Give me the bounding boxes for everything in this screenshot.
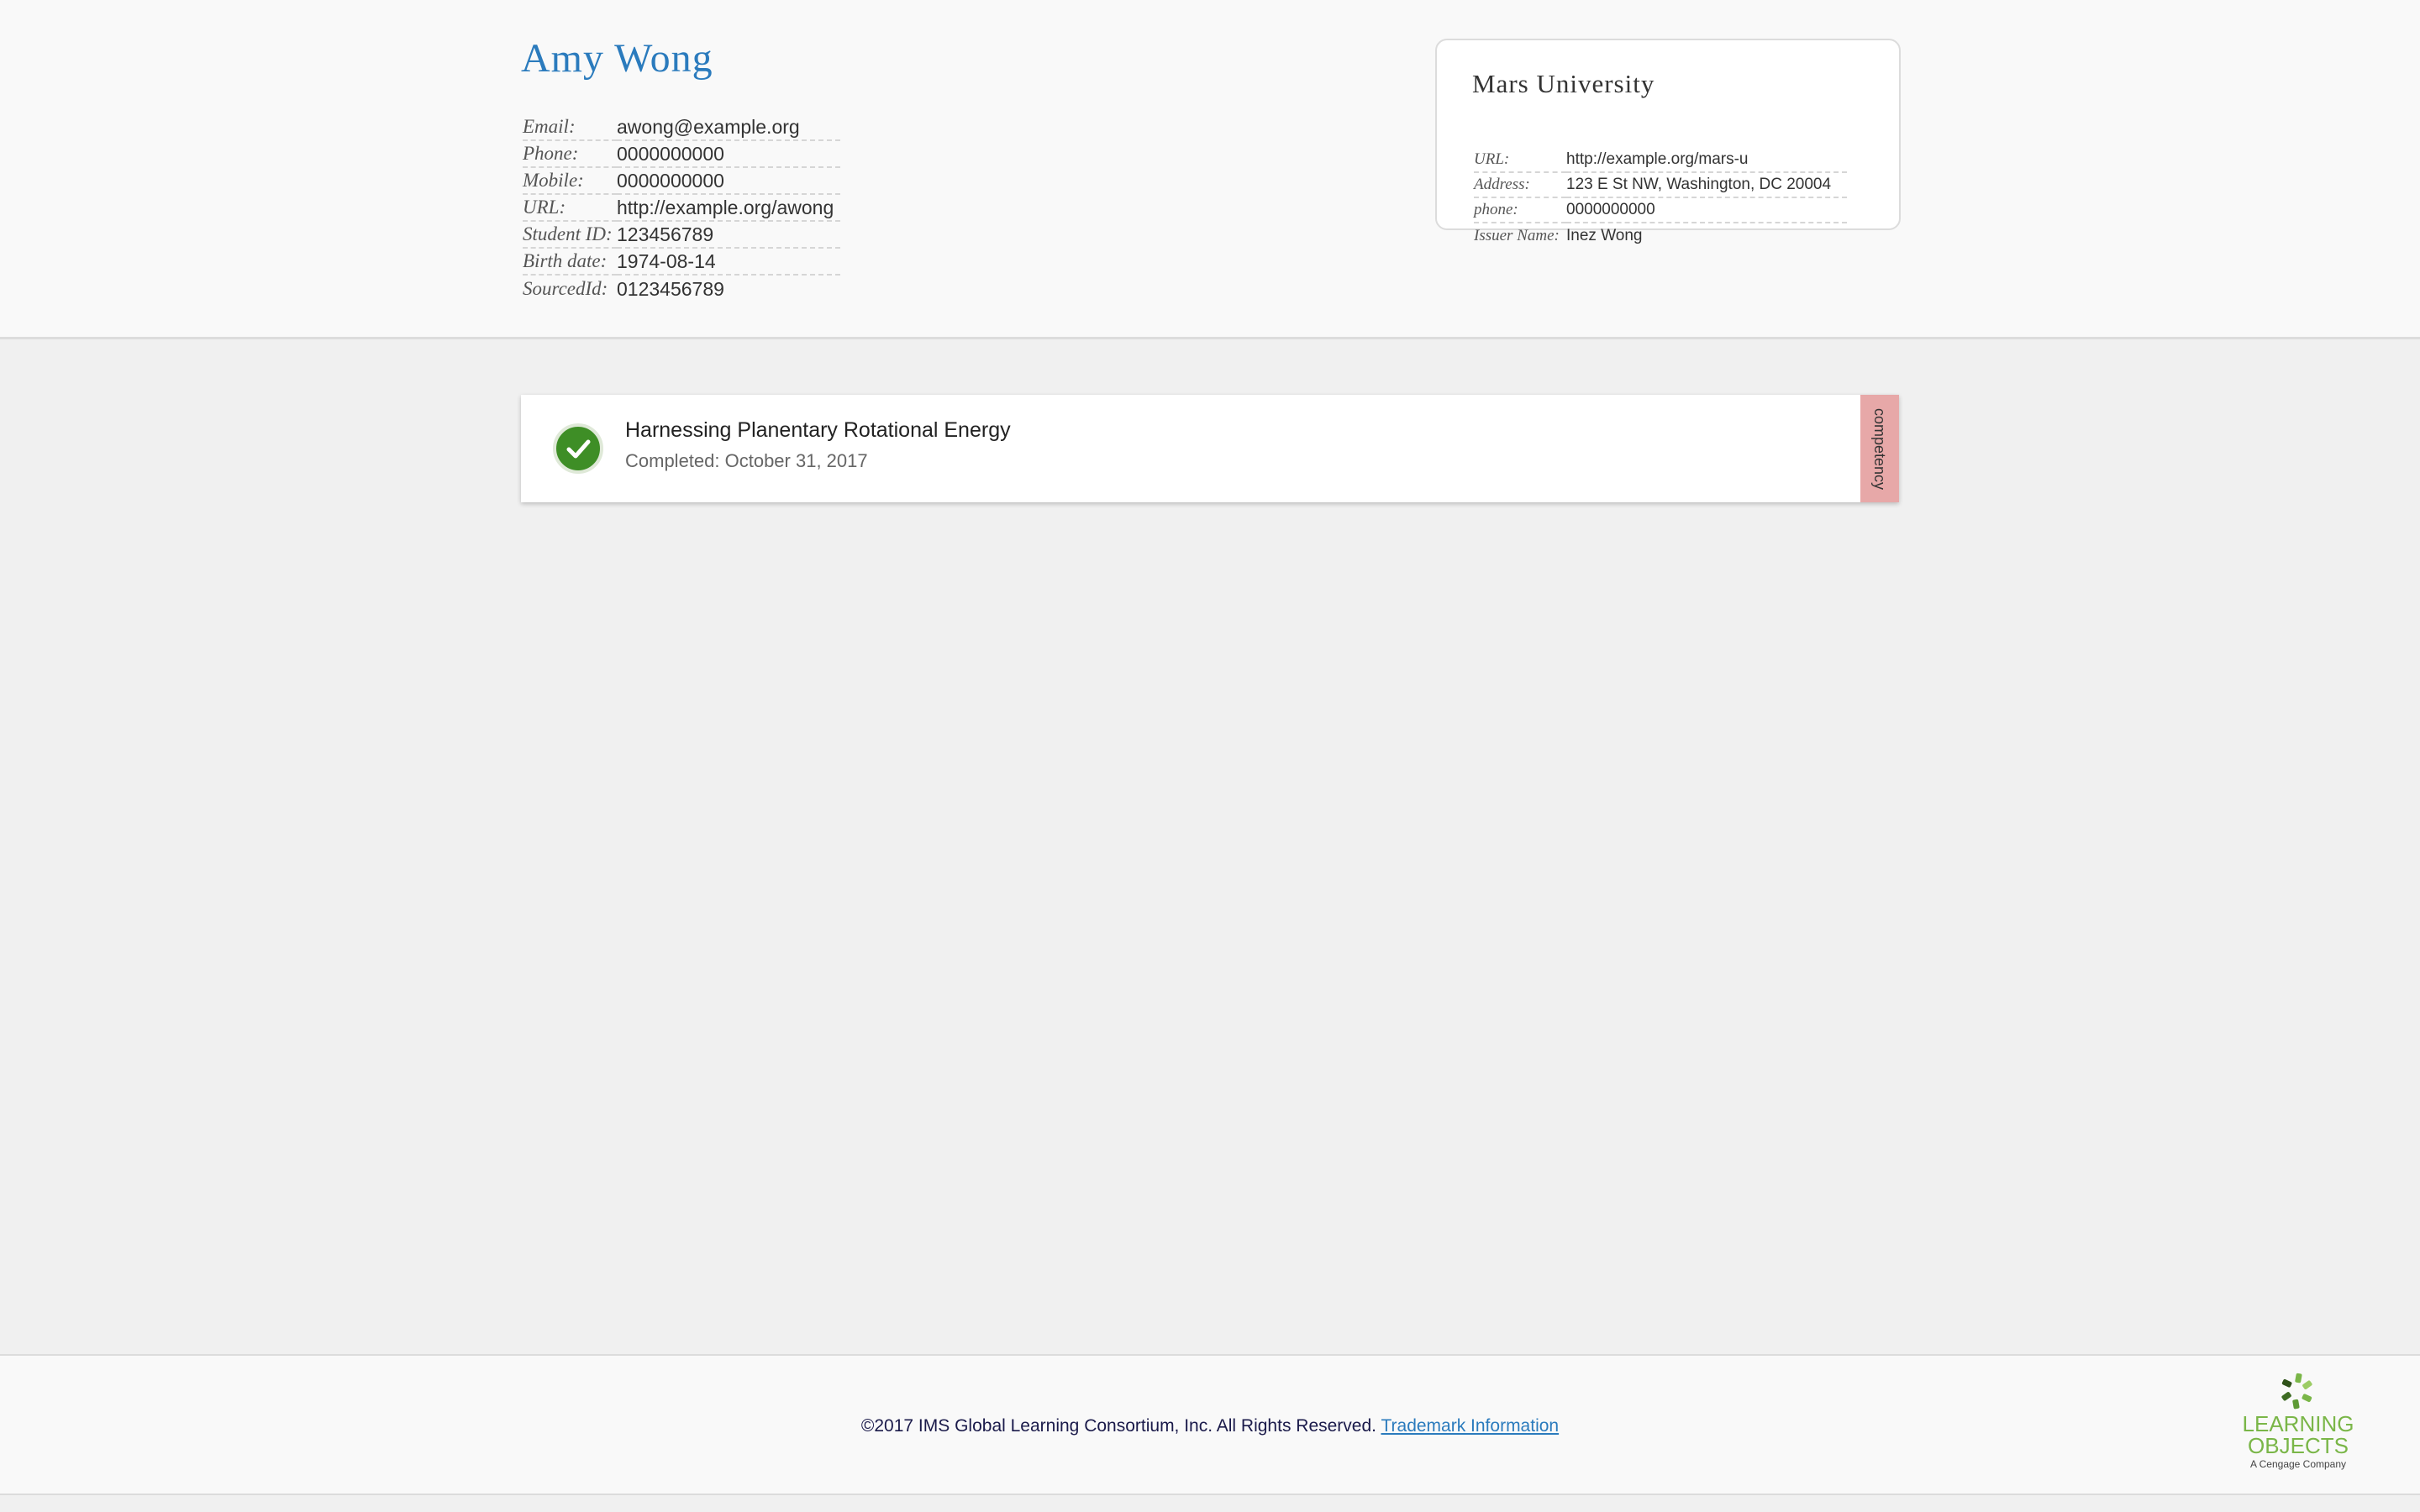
achievement-completed-date: Completed: October 31, 2017 [625,450,868,471]
student-mobile-row: Mobile: 0000000000 [523,168,840,195]
field-label: Issuer Name: [1474,227,1560,244]
checkmark-glyph [566,439,591,459]
issuer-details: URL: http://example.org/mars-u Address: … [1474,148,1847,249]
field-label: Email: [523,114,617,141]
issuer-name: Mars University [1472,69,1655,98]
check-circle-icon [553,423,603,474]
student-sourcedid-row: SourcedId: 0123456789 [523,276,840,302]
student-id-row: Student ID: 123456789 [523,222,840,249]
student-email: awong@example.org [617,114,840,141]
field-label: phone: [1474,198,1566,223]
issuer-phone-row: phone: 0000000000 [1474,198,1847,223]
student-birthdate: 1974-08-14 [617,249,840,276]
issuer-url-row: URL: http://example.org/mars-u [1474,148,1847,173]
field-label: Birth date: [523,249,617,276]
field-label: Phone: [523,141,617,168]
achievement-type-label: competency [1871,407,1889,490]
transcript-header: Amy Wong Email: awong@example.org Phone:… [0,0,2420,339]
field-label: URL: [1474,148,1566,173]
field-label: URL: [523,195,617,222]
student-phone: 0000000000 [617,141,840,168]
issuer-address: 123 E St NW, Washington, DC 20004 [1566,173,1847,198]
student-phone-row: Phone: 0000000000 [523,141,840,168]
field-label: Address: [1474,173,1566,198]
achievement-card[interactable]: Harnessing Planentary Rotational Energy … [521,395,1899,502]
issuer-contact-row: Issuer Name: Inez Wong [1474,223,1847,249]
student-url-row: URL: http://example.org/awong [523,195,840,222]
student-birthdate-row: Birth date: 1974-08-14 [523,249,840,276]
student-mobile: 0000000000 [617,168,840,195]
student-url: http://example.org/awong [617,195,840,222]
issuer-address-row: Address: 123 E St NW, Washington, DC 200… [1474,173,1847,198]
copyright-line: ©2017 IMS Global Learning Consortium, In… [0,1416,2420,1436]
logo-word-learning: LEARNING [2242,1411,2354,1436]
student-details: Email: awong@example.org Phone: 00000000… [523,114,840,302]
field-label: Student ID: [523,222,617,249]
learning-objects-logo[interactable]: LEARNING OBJECTS A Cengage Company [2235,1371,2361,1482]
logo-word-objects: OBJECTS [2248,1433,2349,1458]
field-label: Mobile: [523,168,617,195]
issuer-card: Mars University URL: http://example.org/… [1435,39,1901,244]
student-email-row: Email: awong@example.org [523,114,840,141]
student-sourcedid: 0123456789 [617,278,724,300]
issuer-contact-name: Inez Wong [1566,227,1643,244]
issuer-phone: 0000000000 [1566,198,1847,223]
student-name: Amy Wong [521,36,713,81]
logo-mark-icon [2281,1373,2312,1410]
achievement-type-tag: competency [1860,395,1899,502]
page-footer: ©2017 IMS Global Learning Consortium, In… [0,1354,2420,1495]
trademark-link[interactable]: Trademark Information [1381,1416,1559,1436]
field-label: SourcedId: [523,278,608,299]
issuer-url: http://example.org/mars-u [1566,148,1847,173]
achievement-title: Harnessing Planentary Rotational Energy [625,418,1011,442]
student-id: 123456789 [617,222,840,249]
logo-subtitle: A Cengage Company [2249,1458,2347,1470]
copyright-text: ©2017 IMS Global Learning Consortium, In… [860,1416,1376,1436]
